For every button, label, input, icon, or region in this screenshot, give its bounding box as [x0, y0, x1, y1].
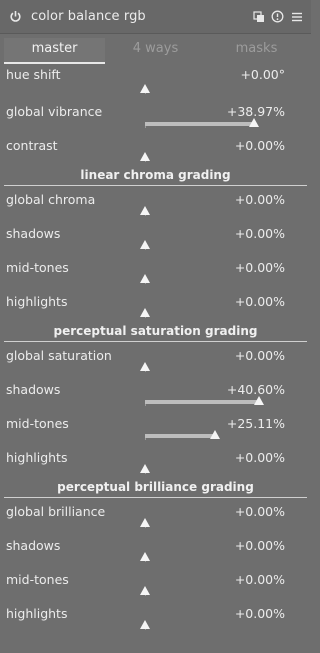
slider-handle[interactable]	[210, 430, 220, 439]
global-vibrance-slider[interactable]: global vibrance +38.97%	[0, 98, 311, 132]
slider-value: +38.97%	[226, 104, 285, 119]
slider-label: highlights	[6, 450, 68, 465]
slider-label: global brilliance	[6, 504, 106, 519]
section-title: linear chroma grading	[80, 168, 231, 182]
slider-handle[interactable]	[140, 240, 150, 249]
slider-handle[interactable]	[140, 518, 150, 527]
slider-handle[interactable]	[249, 118, 259, 127]
slider-fill	[145, 122, 254, 126]
brilliance-highlights-slider[interactable]: highlights +0.00%	[0, 600, 311, 634]
slider-handle[interactable]	[140, 620, 150, 629]
slider-label: hue shift	[6, 67, 61, 82]
slider-value: +0.00%	[234, 138, 285, 153]
slider-handle[interactable]	[140, 586, 150, 595]
slider-handle[interactable]	[140, 274, 150, 283]
slider-handle[interactable]	[140, 84, 150, 93]
slider-value: +0.00%	[234, 192, 285, 207]
module-title: color balance rgb	[31, 9, 146, 24]
chroma-shadows-slider[interactable]: shadows +0.00%	[0, 220, 311, 254]
slider-value: +40.60%	[226, 382, 285, 397]
module-header: color balance rgb	[0, 0, 311, 34]
hue-shift-slider[interactable]: hue shift +0.00°	[0, 64, 311, 98]
global-saturation-slider[interactable]: global saturation +0.00%	[0, 342, 311, 376]
saturation-shadows-slider[interactable]: shadows +40.60%	[0, 376, 311, 410]
slider-label: mid-tones	[6, 260, 69, 275]
slider-zero-tick	[145, 126, 146, 128]
slider-handle[interactable]	[140, 152, 150, 161]
slider-handle[interactable]	[140, 206, 150, 215]
slider-value: +0.00%	[234, 260, 285, 275]
tab-4-ways[interactable]: 4 ways	[105, 38, 206, 64]
slider-value: +0.00%	[234, 572, 285, 587]
slider-fill	[145, 434, 215, 438]
slider-value: +0.00%	[234, 504, 285, 519]
slider-fill	[145, 400, 259, 404]
presets-icon[interactable]	[252, 10, 265, 23]
slider-value: +0.00%	[234, 226, 285, 241]
tab-master[interactable]: master	[4, 38, 105, 64]
slider-label: mid-tones	[6, 572, 69, 587]
saturation-mid-tones-slider[interactable]: mid-tones +25.11%	[0, 410, 311, 444]
reset-icon[interactable]	[271, 10, 284, 23]
slider-label: mid-tones	[6, 416, 69, 431]
slider-value: +25.11%	[226, 416, 285, 431]
global-chroma-slider[interactable]: global chroma +0.00%	[0, 186, 311, 220]
slider-handle[interactable]	[140, 362, 150, 371]
slider-label: shadows	[6, 226, 61, 241]
section-linear-chroma-grading: linear chroma grading	[0, 166, 311, 186]
slider-value: +0.00%	[234, 606, 285, 621]
slider-label: global vibrance	[6, 104, 103, 119]
slider-value: +0.00%	[234, 294, 285, 309]
slider-label: shadows	[6, 382, 61, 397]
slider-label: contrast	[6, 138, 58, 153]
power-icon[interactable]	[8, 10, 22, 24]
chroma-highlights-slider[interactable]: highlights +0.00%	[0, 288, 311, 322]
slider-label: global saturation	[6, 348, 112, 363]
section-title: perceptual brilliance grading	[57, 480, 254, 494]
saturation-highlights-slider[interactable]: highlights +0.00%	[0, 444, 311, 478]
slider-label: shadows	[6, 538, 61, 553]
slider-handle[interactable]	[140, 464, 150, 473]
slider-label: highlights	[6, 606, 68, 621]
contrast-slider[interactable]: contrast +0.00%	[0, 132, 311, 166]
slider-handle[interactable]	[140, 552, 150, 561]
tab-bar: master 4 ways masks	[4, 38, 307, 64]
brilliance-shadows-slider[interactable]: shadows +0.00%	[0, 532, 311, 566]
brilliance-mid-tones-slider[interactable]: mid-tones +0.00%	[0, 566, 311, 600]
section-title: perceptual saturation grading	[53, 324, 258, 338]
slider-value: +0.00°	[240, 67, 285, 82]
slider-handle[interactable]	[254, 396, 264, 405]
slider-label: highlights	[6, 294, 68, 309]
chroma-mid-tones-slider[interactable]: mid-tones +0.00%	[0, 254, 311, 288]
slider-value: +0.00%	[234, 538, 285, 553]
module-content: hue shift +0.00° global vibrance +38.97%…	[0, 64, 311, 634]
slider-zero-tick	[145, 404, 146, 406]
section-perceptual-saturation-grading: perceptual saturation grading	[0, 322, 311, 342]
slider-zero-tick	[145, 438, 146, 440]
slider-handle[interactable]	[140, 308, 150, 317]
slider-value: +0.00%	[234, 348, 285, 363]
global-brilliance-slider[interactable]: global brilliance +0.00%	[0, 498, 311, 532]
menu-icon[interactable]	[290, 10, 303, 23]
slider-value: +0.00%	[234, 450, 285, 465]
section-perceptual-brilliance-grading: perceptual brilliance grading	[0, 478, 311, 498]
tab-masks[interactable]: masks	[206, 38, 307, 64]
slider-label: global chroma	[6, 192, 96, 207]
